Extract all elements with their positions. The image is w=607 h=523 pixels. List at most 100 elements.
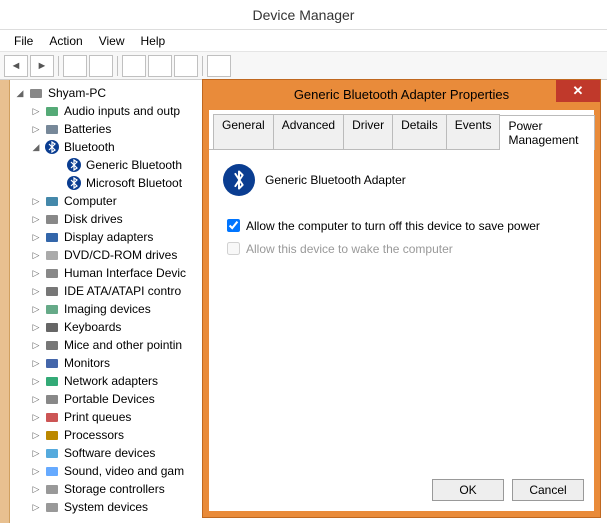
bluetooth-icon xyxy=(223,164,255,196)
tree-item-label: Computer xyxy=(64,194,117,208)
toolbar-button-2[interactable] xyxy=(89,55,113,77)
toolbar-button-5[interactable] xyxy=(174,55,198,77)
menu-view[interactable]: View xyxy=(93,32,131,50)
expander-icon[interactable]: ▷ xyxy=(30,195,42,207)
allow-turnoff-row[interactable]: Allow the computer to turn off this devi… xyxy=(223,216,580,235)
dialog-title: Generic Bluetooth Adapter Properties xyxy=(294,87,509,102)
expander-icon[interactable] xyxy=(52,177,64,189)
arrow-right-icon: ► xyxy=(37,60,48,72)
tabstrip: GeneralAdvancedDriverDetailsEventsPower … xyxy=(209,110,594,150)
expander-icon[interactable]: ▷ xyxy=(30,339,42,351)
expander-icon[interactable]: ▷ xyxy=(30,447,42,459)
mouse-icon xyxy=(44,337,60,353)
expander-icon[interactable]: ▷ xyxy=(30,267,42,279)
allow-wake-label: Allow this device to wake the computer xyxy=(246,242,453,256)
expander-icon[interactable]: ▷ xyxy=(30,213,42,225)
tree-item-label: Keyboards xyxy=(64,320,121,334)
sound-icon xyxy=(44,463,60,479)
tree-item-label: Batteries xyxy=(64,122,111,136)
portable-icon xyxy=(44,391,60,407)
expander-icon[interactable]: ▷ xyxy=(30,393,42,405)
toolbar-button-1[interactable] xyxy=(63,55,87,77)
window-title: Device Manager xyxy=(253,7,355,23)
audio-icon xyxy=(44,103,60,119)
expander-icon[interactable]: ▷ xyxy=(30,357,42,369)
tab-driver[interactable]: Driver xyxy=(343,114,393,149)
device-name: Generic Bluetooth Adapter xyxy=(265,173,406,187)
tree-item-label: Print queues xyxy=(64,410,131,424)
tree-item-label: Imaging devices xyxy=(64,302,151,316)
tree-item-label: System devices xyxy=(64,500,148,514)
bt-icon xyxy=(44,139,60,155)
tab-events[interactable]: Events xyxy=(446,114,501,149)
left-strip xyxy=(0,80,10,523)
menu-help[interactable]: Help xyxy=(135,32,172,50)
window-titlebar: Device Manager xyxy=(0,0,607,30)
dialog-buttons: OK Cancel xyxy=(432,479,584,501)
storage-icon xyxy=(44,481,60,497)
tab-general[interactable]: General xyxy=(213,114,274,149)
system-icon xyxy=(44,499,60,515)
tree-item-label: Sound, video and gam xyxy=(64,464,184,478)
expander-icon[interactable]: ▷ xyxy=(30,249,42,261)
back-button[interactable]: ◄ xyxy=(4,55,28,77)
cancel-button[interactable]: Cancel xyxy=(512,479,584,501)
allow-turnoff-checkbox[interactable] xyxy=(227,219,240,232)
display-icon xyxy=(44,229,60,245)
toolbar-button-6[interactable] xyxy=(207,55,231,77)
tree-item-label: Audio inputs and outp xyxy=(64,104,180,118)
disk-icon xyxy=(44,211,60,227)
tab-power-management[interactable]: Power Management xyxy=(499,115,595,150)
expander-icon[interactable]: ▷ xyxy=(30,411,42,423)
tab-advanced[interactable]: Advanced xyxy=(273,114,344,149)
power-management-panel: Generic Bluetooth Adapter Allow the comp… xyxy=(209,150,594,276)
expander-icon[interactable]: ▷ xyxy=(30,375,42,387)
expander-icon[interactable]: ▷ xyxy=(30,465,42,477)
forward-button[interactable]: ► xyxy=(30,55,54,77)
expander-icon[interactable]: ▷ xyxy=(30,285,42,297)
tree-item-label: Display adapters xyxy=(64,230,153,244)
tree-item-label: Storage controllers xyxy=(64,482,165,496)
tree-item-label: Microsoft Bluetoot xyxy=(86,176,182,190)
ide-icon xyxy=(44,283,60,299)
expander-icon[interactable] xyxy=(52,159,64,171)
tree-item-label: Bluetooth xyxy=(64,140,115,154)
tree-item-label: Software devices xyxy=(64,446,155,460)
imaging-icon xyxy=(44,301,60,317)
close-icon: ✕ xyxy=(573,83,584,99)
tree-item-label: IDE ATA/ATAPI contro xyxy=(64,284,181,298)
allow-wake-checkbox xyxy=(227,242,240,255)
battery-icon xyxy=(44,121,60,137)
software-icon xyxy=(44,445,60,461)
expander-icon[interactable]: ▷ xyxy=(30,483,42,495)
menu-action[interactable]: Action xyxy=(43,32,88,50)
toolbar-button-3[interactable] xyxy=(122,55,146,77)
toolbar-button-4[interactable] xyxy=(148,55,172,77)
tree-item-label: Human Interface Devic xyxy=(64,266,186,280)
expander-icon[interactable]: ▷ xyxy=(30,231,42,243)
allow-wake-row: Allow this device to wake the computer xyxy=(223,239,580,258)
keyboard-icon xyxy=(44,319,60,335)
tree-item-label: DVD/CD-ROM drives xyxy=(64,248,177,262)
tab-details[interactable]: Details xyxy=(392,114,447,149)
cpu-icon xyxy=(44,427,60,443)
expander-icon[interactable]: ▷ xyxy=(30,429,42,441)
arrow-left-icon: ◄ xyxy=(11,60,22,72)
expander-icon[interactable]: ▷ xyxy=(30,501,42,513)
menu-file[interactable]: File xyxy=(8,32,39,50)
expander-icon[interactable]: ◢ xyxy=(30,141,42,153)
dialog-titlebar[interactable]: Generic Bluetooth Adapter Properties ✕ xyxy=(203,80,600,108)
toolbar: ◄ ► xyxy=(0,52,607,80)
hid-icon xyxy=(44,265,60,281)
tree-item-label: Network adapters xyxy=(64,374,158,388)
bt-icon xyxy=(66,175,82,191)
dialog-body: GeneralAdvancedDriverDetailsEventsPower … xyxy=(209,110,594,511)
ok-button[interactable]: OK xyxy=(432,479,504,501)
expander-icon[interactable]: ▷ xyxy=(30,303,42,315)
expander-icon[interactable]: ▷ xyxy=(30,321,42,333)
expander-icon[interactable]: ▷ xyxy=(30,123,42,135)
close-button[interactable]: ✕ xyxy=(556,80,600,102)
printer-icon xyxy=(44,409,60,425)
expander-icon[interactable]: ◢ xyxy=(14,87,26,99)
expander-icon[interactable]: ▷ xyxy=(30,105,42,117)
